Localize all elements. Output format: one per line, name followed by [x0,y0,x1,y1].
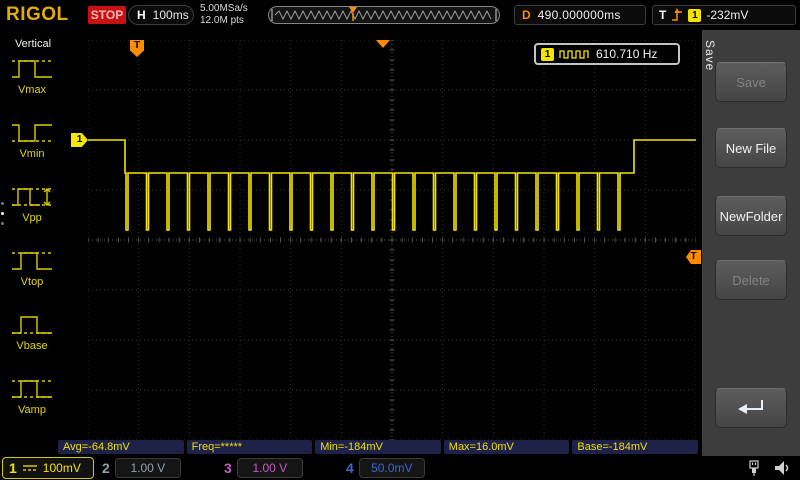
measurement-freq: Freq=***** [187,440,313,454]
channel3-scale: 1.00 V [237,458,303,478]
sidebar-item-vamp[interactable]: Vamp [6,374,58,416]
vtop-icon [10,246,54,276]
vpp-icon [10,182,54,212]
horizontal-label: H [137,8,146,22]
menu-page-indicator [1,202,4,225]
speaker-icon [772,458,792,478]
memory-waveform-icon [269,7,499,23]
dc-coupling-icon [22,463,38,473]
vmax-icon [10,54,54,84]
system-icons [744,458,792,478]
trigger-level-value: -232mV [706,8,748,22]
menu-button-delete[interactable]: Delete [715,260,787,300]
sidebar-item-vtop[interactable]: Vtop [6,246,58,288]
horizontal-readout: H 100ms [128,5,194,25]
trigger-slope-icon [671,8,683,22]
channel4-scale: 50.0mV [359,458,425,478]
sample-rate-value: 5.00MSa/s [200,3,248,15]
graticule: 1 T T 1 610.710 Hz [88,40,696,440]
channel4-number: 4 [346,460,354,476]
ch1-waveform [88,40,696,440]
menu-button-label: New File [726,141,777,156]
return-arrow-icon [734,396,768,420]
channel3-status[interactable]: 3 1.00 V [224,457,303,479]
memory-waveform-bar [268,6,500,24]
sidebar-item-vmax[interactable]: Vmax [6,54,58,96]
vbase-icon [10,310,54,340]
sidebar-title: Vertical [0,38,66,50]
timebase-value: 100ms [153,8,189,22]
channel1-level-marker[interactable]: 1 [71,133,88,147]
menu-button-newfolder[interactable]: NewFolder [715,196,787,236]
menu-button-new-file[interactable]: New File [715,128,787,168]
menu-button-label: Delete [732,273,770,288]
trigger-label: T [659,8,666,22]
delay-value: 490.000000ms [538,8,621,22]
channel1-scale: 100mV [43,461,81,475]
rigol-logo: RIGOL [6,4,69,26]
sidebar-item-vbase[interactable]: Vbase [6,310,58,352]
sidebar-item-label: Vamp [6,404,58,416]
menu-button-back[interactable] [715,388,787,428]
soft-menu-panel: Save Save New File NewFolder Delete [702,30,800,456]
menu-button-label: Save [736,75,766,90]
sidebar-item-label: Vbase [6,340,58,352]
measurement-avg: Avg=-64.8mV [58,440,184,454]
frequency-counter-value: 610.710 Hz [596,47,657,61]
pulse-train-icon [559,48,591,60]
measurement-max: Max=16.0mV [444,440,570,454]
channel-status-bar: 1 100mV 2 1.00 V 3 1.00 V 4 50.0mV [0,456,800,480]
usb-icon [744,458,764,478]
channel4-status[interactable]: 4 50.0mV [346,457,425,479]
top-status-bar: RIGOL STOP H 100ms 5.00MSa/s 12.0M pts D… [0,0,800,30]
sidebar-item-vmin[interactable]: Vmin [6,118,58,160]
frequency-counter: 1 610.710 Hz [534,43,680,65]
trigger-readout: T 1 -232mV [652,5,796,25]
channel3-number: 3 [224,460,232,476]
channel1-number: 1 [9,460,17,476]
sidebar-item-label: Vmin [6,148,58,160]
sidebar-item-vpp[interactable]: Vpp [6,182,58,224]
sidebar-item-label: Vtop [6,276,58,288]
vamp-icon [10,374,54,404]
memory-depth-value: 12.0M pts [200,15,248,27]
frequency-counter-channel-badge: 1 [541,48,554,61]
sidebar-item-label: Vmax [6,84,58,96]
oscilloscope-screen: RIGOL STOP H 100ms 5.00MSa/s 12.0M pts D… [0,0,800,480]
measurement-sidebar: Vertical Vmax Vmin Vpp [0,30,66,456]
acquisition-readout: 5.00MSa/s 12.0M pts [200,3,248,27]
measurement-min: Min=-184mV [315,440,441,454]
menu-button-save[interactable]: Save [715,62,787,102]
channel2-status[interactable]: 2 1.00 V [102,457,181,479]
delay-label: D [522,8,531,22]
trigger-position-marker[interactable] [376,40,390,48]
channel2-scale: 1.00 V [115,458,181,478]
run-state-badge: STOP [88,6,126,24]
sidebar-item-label: Vpp [6,212,58,224]
channel1-status[interactable]: 1 100mV [2,457,94,479]
vmin-icon [10,118,54,148]
channel2-number: 2 [102,460,110,476]
measurement-base: Base=-184mV [572,440,698,454]
trigger-source-badge: 1 [688,9,701,22]
delay-readout: D 490.000000ms [514,5,646,25]
measurement-results-bar: Avg=-64.8mV Freq=***** Min=-184mV Max=16… [58,440,698,454]
menu-button-label: NewFolder [720,209,783,224]
